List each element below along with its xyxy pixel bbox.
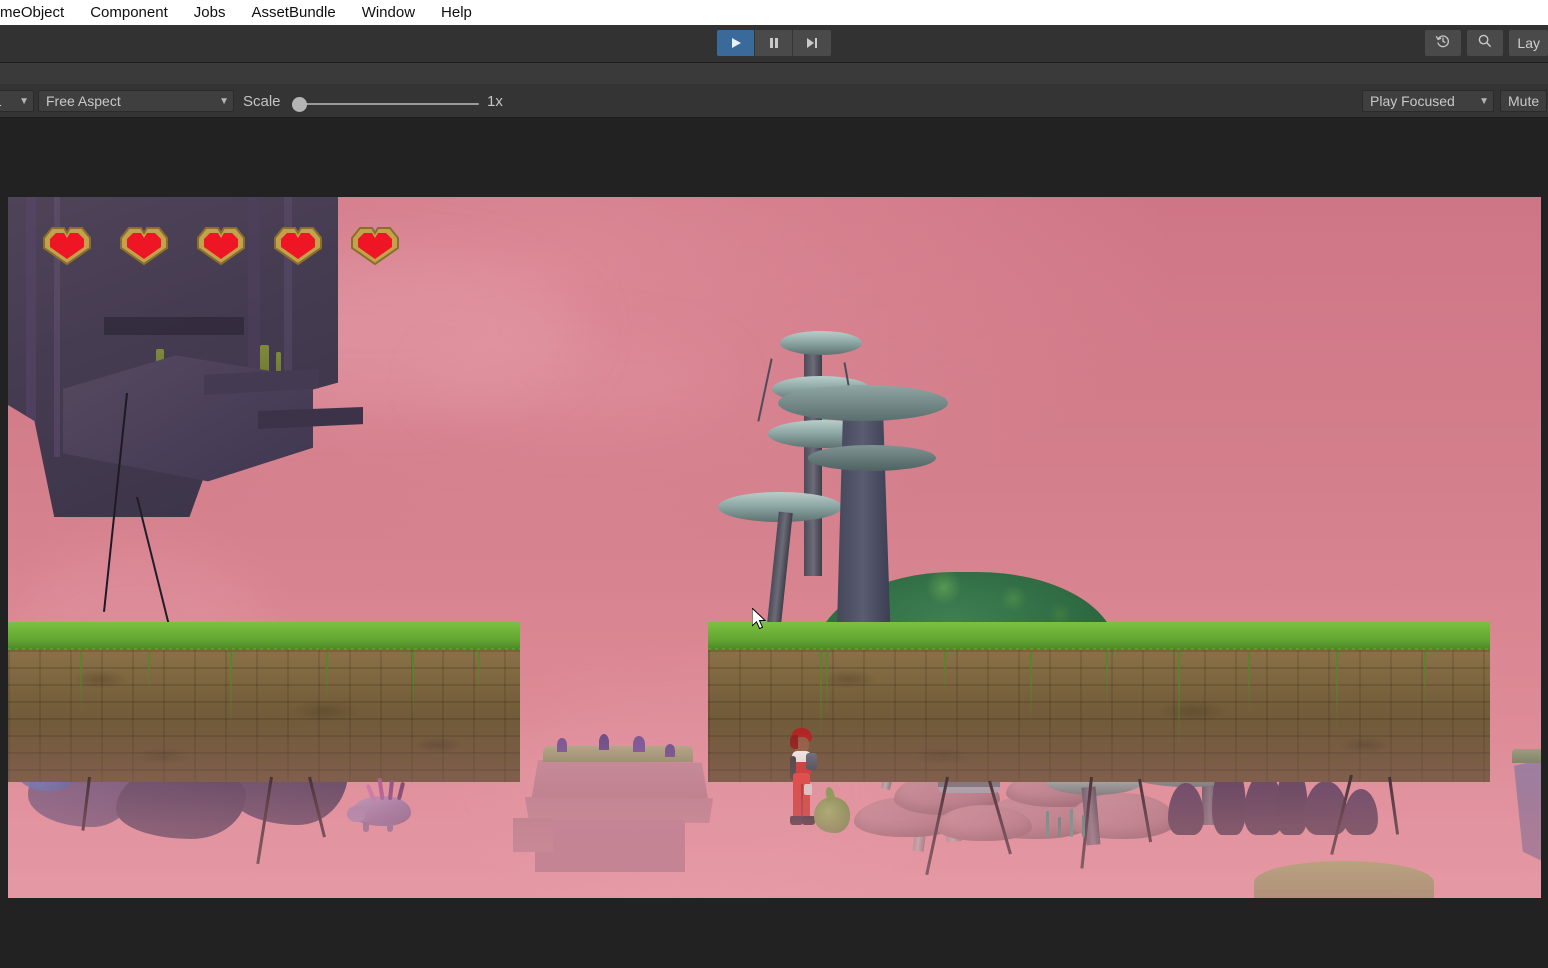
- aspect-ratio-dropdown[interactable]: Free Aspect ▼: [38, 90, 234, 112]
- grass-tuft: [1058, 817, 1061, 837]
- small-plant-creature: [814, 797, 850, 833]
- background-trunk-ledge: [808, 445, 936, 471]
- history-icon: [1435, 33, 1451, 54]
- vine: [820, 652, 822, 740]
- pause-button[interactable]: [755, 30, 793, 56]
- vine: [1030, 652, 1032, 722]
- right-edge-cliff-grass: [1512, 749, 1541, 763]
- platform-right: [708, 622, 1490, 782]
- grass-tuft: [1082, 815, 1085, 837]
- vine: [230, 652, 232, 724]
- pause-icon: [767, 36, 781, 50]
- vine: [1106, 652, 1108, 704]
- chevron-down-icon: ▼: [1479, 95, 1489, 107]
- vine: [148, 652, 150, 696]
- player-leg-split: [801, 784, 803, 818]
- aspect-value: Free Aspect: [46, 93, 121, 109]
- heart-icon: [269, 222, 327, 268]
- player-knee-pad: [804, 784, 812, 795]
- vine: [1424, 652, 1426, 708]
- scale-value: 1x: [487, 93, 503, 110]
- scale-label: Scale: [243, 93, 281, 110]
- player-character: [784, 728, 818, 838]
- scale-slider-track[interactable]: [305, 103, 479, 105]
- heart-icon: [192, 222, 250, 268]
- grass-tuft: [1046, 811, 1049, 837]
- vine: [944, 652, 946, 696]
- playback-controls: [717, 29, 831, 57]
- vine: [1178, 652, 1180, 748]
- history-button[interactable]: [1425, 30, 1462, 56]
- vine: [80, 652, 82, 712]
- grass-tuft: [1070, 809, 1073, 837]
- vine: [478, 652, 480, 692]
- background-trunk-cap: [778, 385, 948, 421]
- menu-window[interactable]: Window: [349, 0, 428, 25]
- play-mode-focus-value: Play Focused: [1370, 93, 1455, 109]
- menu-bar: meObject Component Jobs AssetBundle Wind…: [0, 0, 1548, 25]
- player-hair-back: [790, 735, 798, 749]
- heart-icon: [346, 222, 404, 268]
- display-dropdown[interactable]: 1 ▼: [0, 90, 34, 112]
- scale-slider-handle[interactable]: [292, 97, 307, 112]
- heart-icon: [115, 222, 173, 268]
- player-backpack: [806, 753, 817, 770]
- heart-icon: [38, 222, 96, 268]
- vine: [1248, 652, 1250, 712]
- game-viewport[interactable]: [8, 197, 1541, 898]
- toolbar-right-group: Lay: [1425, 29, 1548, 57]
- chevron-down-icon: ▼: [19, 95, 29, 107]
- menu-jobs[interactable]: Jobs: [181, 0, 239, 25]
- mushroom-cap: [780, 331, 862, 355]
- layout-dropdown[interactable]: Lay: [1509, 30, 1548, 56]
- mute-audio-button[interactable]: Mute: [1500, 90, 1548, 112]
- main-toolbar: Lay: [0, 25, 1548, 63]
- bottom-right-moss: [1254, 861, 1434, 898]
- platform-dirt-body: [8, 650, 520, 782]
- search-icon: [1477, 33, 1493, 54]
- display-value: 1: [0, 93, 2, 109]
- health-hud: [38, 222, 404, 268]
- vine: [826, 652, 828, 718]
- menu-gameobject[interactable]: meObject: [0, 0, 77, 25]
- haze-cloud: [428, 337, 728, 427]
- play-button[interactable]: [717, 30, 755, 56]
- menu-assetbundle[interactable]: AssetBundle: [238, 0, 348, 25]
- vine: [412, 652, 414, 718]
- step-button[interactable]: [793, 30, 831, 56]
- play-mode-focus-dropdown[interactable]: Play Focused ▼: [1362, 90, 1494, 112]
- chevron-down-icon: ▼: [219, 95, 229, 107]
- enemy-creature: [347, 777, 423, 832]
- step-forward-icon: [805, 36, 819, 50]
- platform-left: [8, 622, 520, 782]
- root-pod: [936, 805, 1032, 841]
- menu-help[interactable]: Help: [428, 0, 485, 25]
- distant-ruin: [513, 734, 731, 872]
- play-icon: [729, 36, 743, 50]
- vine: [326, 652, 328, 704]
- menu-component[interactable]: Component: [77, 0, 181, 25]
- gameview-toolbar: 1 ▼ Free Aspect ▼ Scale 1x Play Focused …: [0, 84, 1548, 118]
- search-button[interactable]: [1467, 30, 1504, 56]
- vine: [1336, 652, 1338, 730]
